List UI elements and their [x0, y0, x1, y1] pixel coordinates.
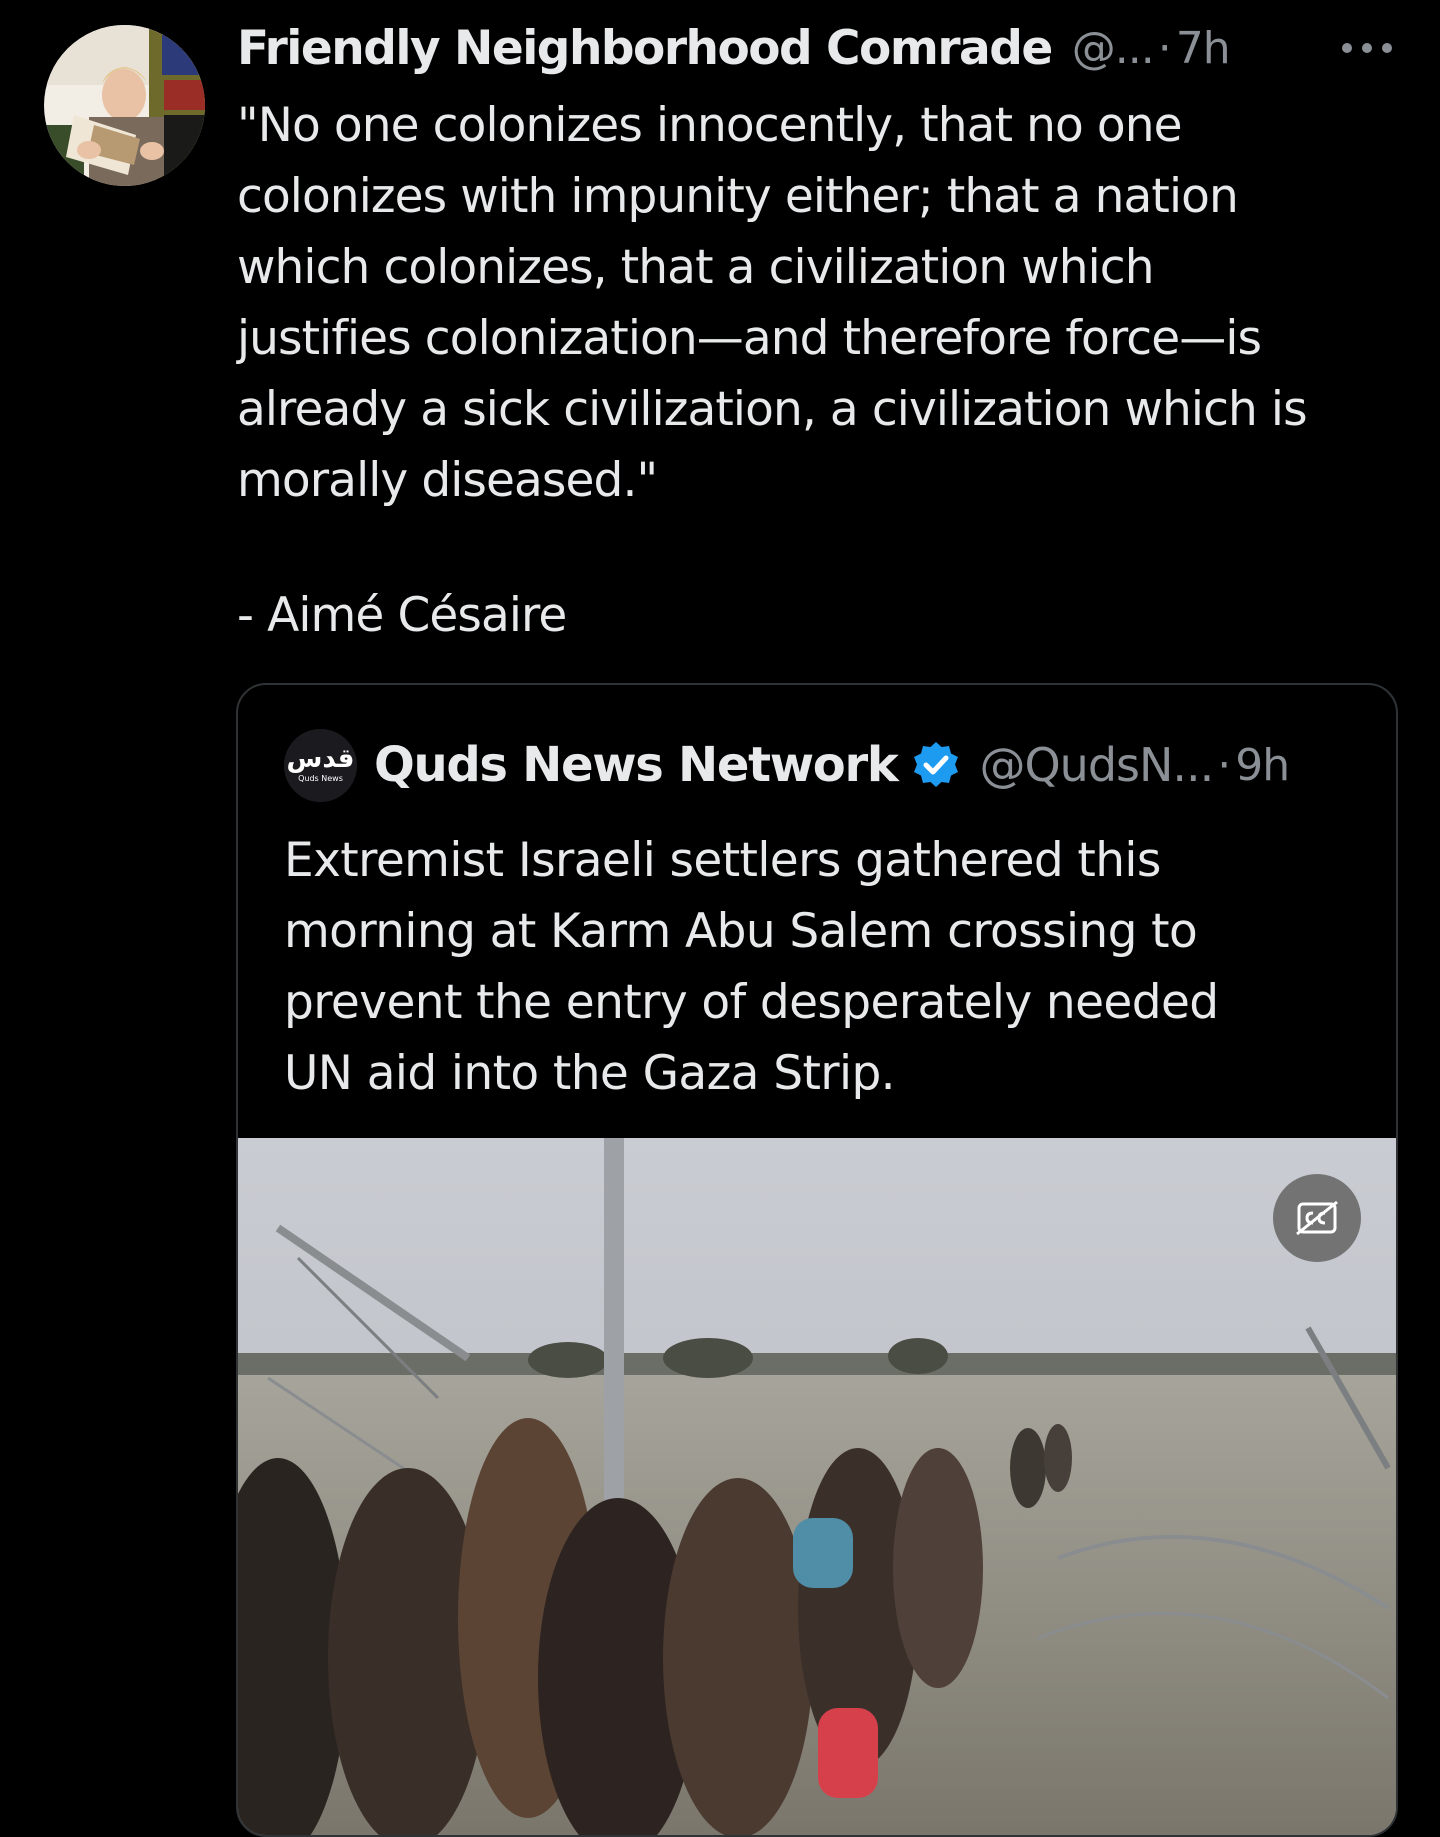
video-thumbnail [238, 1138, 1396, 1835]
more-horizontal-icon[interactable] [1340, 36, 1394, 60]
author-display-name[interactable]: Friendly Neighborhood Comrade [237, 21, 1053, 76]
quoted-author-avatar[interactable]: قدس Quds News [284, 729, 357, 802]
separator-dot: · [1157, 22, 1172, 74]
tweet-text: "No one colonizes innocently, that no on… [237, 98, 1308, 508]
profile-photo-icon [44, 25, 205, 186]
quoted-tweet-text: Extremist Israeli settlers gathered this… [284, 833, 1219, 1101]
closed-captions-off-icon [1296, 1200, 1338, 1236]
quds-logo-text: قدس [287, 744, 355, 774]
tweet-header: Friendly Neighborhood Comrade @... · 7h [237, 16, 1387, 80]
quote-attribution: - Aimé Césaire [237, 588, 567, 643]
tweet[interactable]: Friendly Neighborhood Comrade @... · 7h … [0, 0, 1440, 1837]
captions-button[interactable] [1273, 1174, 1361, 1262]
video-player[interactable] [238, 1138, 1396, 1835]
quoted-author-display-name[interactable]: Quds News Network [374, 737, 899, 793]
quoted-separator-dot: · [1217, 739, 1232, 791]
quoted-author-handle[interactable]: @QudsN... [979, 738, 1214, 792]
quds-logo-subtext: Quds News [298, 774, 343, 783]
quoted-tweet-header: Quds News Network @QudsN... · 9h [374, 733, 1290, 797]
author-handle[interactable]: @... [1072, 23, 1155, 74]
quds-news-logo-icon: قدس Quds News [284, 729, 357, 802]
quoted-tweet-timestamp[interactable]: 9h [1235, 740, 1290, 791]
author-avatar[interactable] [44, 25, 205, 186]
verified-badge-icon [914, 742, 959, 787]
tweet-timestamp[interactable]: 7h [1176, 23, 1231, 74]
quoted-tweet-card[interactable]: قدس Quds News Quds News Network @QudsN..… [236, 683, 1398, 1837]
